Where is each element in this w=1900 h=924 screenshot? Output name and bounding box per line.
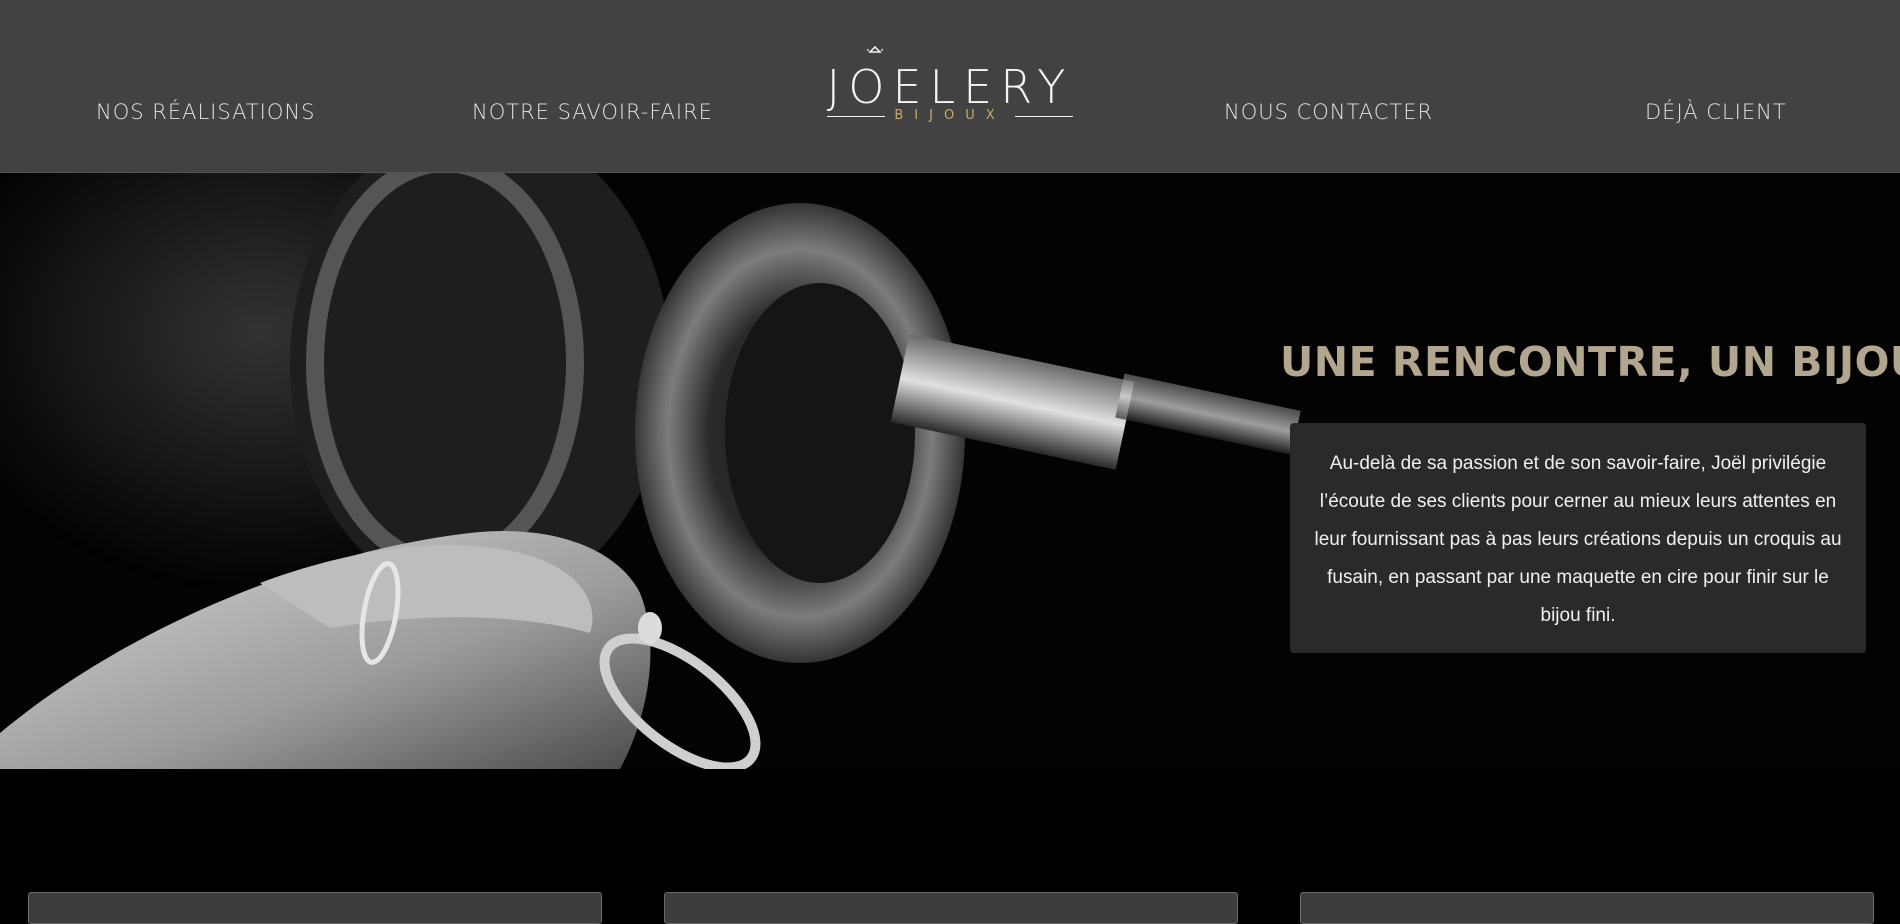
feature-card[interactable]: [664, 892, 1238, 924]
feature-card[interactable]: [28, 892, 602, 924]
nav-link-contact[interactable]: NOUS CONTACTER: [1224, 100, 1433, 124]
logo-wordmark: JOELERY: [826, 60, 1074, 114]
hero-description-card: Au-delà de sa passion et de son savoir-f…: [1290, 423, 1866, 653]
logo-divider-right: [1015, 116, 1073, 117]
hero-description: Au-delà de sa passion et de son savoir-f…: [1314, 453, 1842, 626]
nav-link-client[interactable]: DÉJÀ CLIENT: [1645, 100, 1787, 124]
hero-section: UNE RENCONTRE, UN BIJOU Au-delà de sa pa…: [0, 173, 1900, 769]
hero-title: UNE RENCONTRE, UN BIJOU: [1280, 338, 1900, 386]
site-logo[interactable]: JOELERY BIJOUX: [825, 46, 1075, 126]
nav-link-savoir-faire[interactable]: NOTRE SAVOIR-FAIRE: [472, 100, 713, 124]
site-header: NOS RÉALISATIONS NOTRE SAVOIR-FAIRE JOEL…: [0, 0, 1900, 173]
nav-link-realisations[interactable]: NOS RÉALISATIONS: [96, 100, 315, 124]
feature-card[interactable]: [1300, 892, 1874, 924]
